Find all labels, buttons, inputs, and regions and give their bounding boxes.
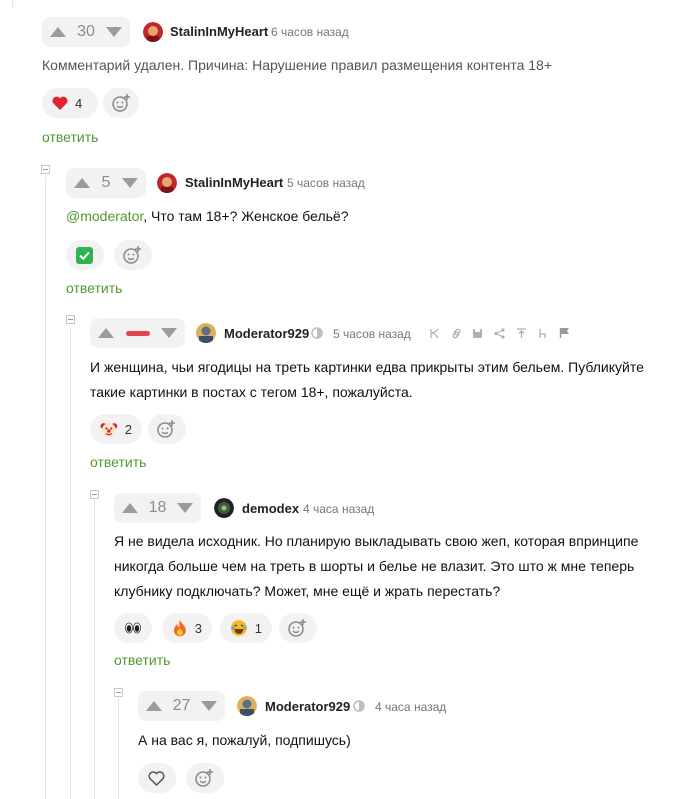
avatar[interactable] bbox=[196, 323, 216, 343]
avatar[interactable] bbox=[237, 696, 257, 716]
thread-line bbox=[12, 0, 13, 8]
add-emoji-icon bbox=[123, 246, 141, 264]
share-icon[interactable] bbox=[494, 328, 505, 339]
timestamp[interactable]: 6 часов назад bbox=[271, 25, 349, 39]
rating-value: 30 bbox=[77, 23, 95, 40]
downvote-button[interactable] bbox=[161, 328, 177, 338]
username[interactable]: Moderator929 bbox=[224, 326, 309, 341]
add-emoji-icon bbox=[195, 769, 213, 787]
downvote-button[interactable] bbox=[200, 701, 217, 711]
thread-line bbox=[118, 698, 119, 799]
timestamp[interactable]: 4 часа назад bbox=[375, 700, 446, 714]
username[interactable]: Moderator929 bbox=[265, 699, 350, 714]
comment-text: Комментарий удален. Причина: Нарушение п… bbox=[42, 57, 553, 73]
username[interactable]: StalinInMyHeart bbox=[185, 175, 283, 190]
comment-text-line: никогда больше чем на треть в шорты и бе… bbox=[114, 558, 635, 574]
reaction-chip[interactable] bbox=[66, 240, 104, 270]
fire-icon bbox=[173, 620, 186, 637]
link-icon[interactable] bbox=[451, 328, 462, 339]
thread-line bbox=[94, 500, 95, 799]
rating-hidden-bar bbox=[125, 330, 150, 336]
timestamp[interactable]: 4 часа назад bbox=[303, 502, 374, 516]
checkmark-icon bbox=[76, 246, 93, 264]
reply-link[interactable]: ответить bbox=[90, 454, 146, 470]
collapse-button[interactable] bbox=[66, 315, 75, 324]
reaction-chip[interactable] bbox=[114, 613, 152, 643]
thread-line bbox=[45, 177, 46, 799]
reaction-chip[interactable] bbox=[138, 763, 176, 793]
scroll-top-icon[interactable] bbox=[516, 328, 527, 339]
add-emoji-icon bbox=[157, 420, 175, 438]
reply-link[interactable]: ответить bbox=[42, 129, 98, 145]
collapse-button[interactable] bbox=[114, 688, 123, 697]
add-reaction-button[interactable] bbox=[114, 240, 152, 270]
reaction-count: 1 bbox=[254, 620, 262, 636]
timestamp[interactable]: 5 часов назад bbox=[333, 327, 411, 341]
timestamp[interactable]: 5 часов назад bbox=[287, 176, 365, 190]
avatar[interactable] bbox=[157, 173, 177, 193]
add-reaction-button[interactable] bbox=[279, 613, 317, 643]
comment-text: И женщина, чьи ягодицы на треть картинки… bbox=[90, 355, 644, 405]
user-mention[interactable]: @moderator bbox=[66, 208, 143, 224]
comment-text-line: И женщина, чьи ягодицы на треть картинки… bbox=[90, 359, 644, 375]
comment-text-line: клубнику подключать? Может, мне ещё и жр… bbox=[114, 583, 501, 599]
rating-value: 27 bbox=[172, 697, 191, 714]
rating-value: 18 bbox=[148, 499, 167, 516]
save-icon[interactable] bbox=[472, 328, 483, 339]
username[interactable]: demodex bbox=[242, 501, 299, 516]
heart-outline-icon bbox=[148, 770, 165, 786]
comment-text: @moderator, Что там 18+? Женское бельё? bbox=[66, 204, 349, 229]
collapse-button[interactable] bbox=[90, 490, 99, 499]
comment-text: А на вас я, пожалуй, подпишусь) bbox=[138, 732, 351, 748]
downvote-button[interactable] bbox=[122, 178, 138, 188]
reaction-chip[interactable]: 4 bbox=[42, 88, 98, 118]
avatar[interactable] bbox=[214, 498, 234, 518]
vote-widget: 5 bbox=[66, 168, 146, 198]
upvote-button[interactable] bbox=[74, 178, 90, 188]
reply-link[interactable]: ответить bbox=[114, 652, 170, 668]
reaction-chip[interactable]: 2 bbox=[90, 414, 142, 444]
laughing-icon bbox=[230, 620, 247, 636]
reply-link[interactable]: ответить bbox=[66, 280, 122, 296]
eyes-icon bbox=[125, 622, 141, 634]
reaction-chip[interactable]: 3 bbox=[162, 613, 212, 643]
upvote-button[interactable] bbox=[146, 701, 162, 711]
hide-icon[interactable] bbox=[537, 328, 548, 339]
add-reaction-button[interactable] bbox=[103, 88, 139, 118]
add-reaction-button[interactable] bbox=[148, 414, 186, 444]
moderator-badge-icon bbox=[311, 327, 323, 339]
comment-text-body: , Что там 18+? Женское бельё? bbox=[143, 208, 349, 224]
add-emoji-icon bbox=[288, 619, 306, 637]
username[interactable]: StalinInMyHeart bbox=[170, 24, 268, 39]
reaction-chip[interactable]: 1 bbox=[220, 613, 272, 643]
reaction-count: 2 bbox=[124, 421, 132, 437]
avatar[interactable] bbox=[143, 22, 163, 42]
thread-line bbox=[70, 328, 71, 799]
heart-icon bbox=[52, 96, 68, 110]
vote-widget bbox=[90, 318, 185, 348]
vote-widget: 18 bbox=[114, 493, 201, 523]
branch-icon[interactable] bbox=[429, 328, 440, 339]
upvote-button[interactable] bbox=[98, 328, 114, 338]
downvote-button[interactable] bbox=[105, 27, 122, 37]
rating-value: 5 bbox=[101, 174, 111, 191]
clown-icon bbox=[100, 423, 118, 437]
comment-text: Я не видела исходник. Но планирую выклад… bbox=[114, 529, 638, 604]
add-emoji-icon bbox=[112, 94, 130, 112]
comment-text-line: такие картинки в постах с тегом 18+, пож… bbox=[90, 384, 413, 400]
comment-text-line: Я не видела исходник. Но планирую выклад… bbox=[114, 533, 639, 549]
upvote-button[interactable] bbox=[122, 503, 138, 513]
report-flag-icon[interactable] bbox=[559, 327, 570, 339]
upvote-button[interactable] bbox=[50, 27, 66, 37]
reaction-count: 3 bbox=[194, 620, 202, 636]
reaction-count: 4 bbox=[75, 95, 83, 111]
vote-widget: 27 bbox=[138, 691, 225, 721]
vote-widget: 30 bbox=[42, 17, 130, 47]
collapse-button[interactable] bbox=[41, 165, 50, 174]
downvote-button[interactable] bbox=[176, 503, 193, 513]
add-reaction-button[interactable] bbox=[186, 763, 224, 793]
moderator-badge-icon bbox=[353, 700, 365, 712]
